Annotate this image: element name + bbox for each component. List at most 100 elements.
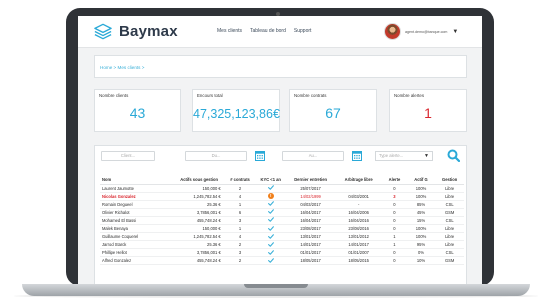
cell-contrats: 2 [224,256,256,266]
cell-nom[interactable]: Alfred Gonzalez [100,256,174,266]
table-row[interactable]: Mohamed El Bassi 455,748.24 €3 16/04/2017 1… [100,216,464,225]
cell-alerte: 3 [382,192,407,201]
cell-gestion: Libre [435,240,464,250]
cell-kyc [255,248,287,258]
cell-arbitrage: 16/04/2006 [335,208,383,217]
cell-gestion: CSL [435,248,464,258]
stat-card-nombre-alertes: Nombre alertes 1 [389,89,467,132]
check-icon [267,250,274,255]
cell-dernier-entretien: 13/01/2017 [286,232,336,242]
cell-alerte: 0 [382,216,407,225]
table-row[interactable]: Olivier Richalot 3,7856,001 €6 16/04/2017 1… [100,208,464,217]
col-header-actifs[interactable]: Actifs sous gestion [173,175,225,185]
logo-text: Baymax [119,23,178,40]
table-row[interactable]: Malek Benaya 150,000 €1 23/08/2017 23/08/20… [100,224,464,234]
cell-alerte: 0 [382,256,407,266]
cell-contrats: 3 [224,248,256,258]
chevron-down-icon: ▼ [424,153,429,159]
cell-kyc [255,184,287,193]
cell-kyc [255,208,287,217]
cell-nom[interactable]: Romain Degueel [100,200,174,209]
cell-nom[interactable]: Guillaume Coquerel [100,232,174,242]
cell-actif-g: 15% [406,216,436,225]
cell-arbitrage: 01/01/2007 [335,248,383,258]
table-row[interactable]: Guillaume Coquerel 1,245,782.54 €4 13/01/2… [100,232,464,242]
cell-gestion: GSM [435,208,464,217]
check-icon [267,225,274,231]
nav-item-tableau-de-bord[interactable]: Tableau de bord [250,28,286,34]
search-icon[interactable] [447,149,460,162]
cell-nom[interactable]: Mohamed El Bassi [100,216,174,225]
stat-label: Nombre clients [99,93,129,98]
table-row[interactable]: Romain Degueel 25.36 €1 04/03/2017-0 85% CSL [100,200,464,209]
logo[interactable]: Baymax [94,23,178,40]
cell-contrats: 1 [224,200,256,209]
col-header-gestion[interactable]: Gestion [435,175,464,185]
chevron-down-icon[interactable]: ▼ [452,29,458,35]
cell-alerte: 0 [382,208,407,217]
cell-arbitrage: 16/04/2016 [335,216,383,225]
stat-value: 43 [129,105,146,121]
cell-actifs: 455,748.24 € [173,216,225,225]
cell-dernier-entretien: 14/01/2017 [286,240,336,250]
stat-card-encours-total: Encours total 47,325,123,86€ [192,89,280,132]
date-from-input[interactable]: Du... [185,151,247,161]
col-header-alerte[interactable]: Alerte [382,175,407,185]
table-row[interactable]: Alfred Gonzalez 455,748.24 €2 18/05/2017 18… [100,256,464,266]
layers-logo-icon [94,23,112,40]
cell-nom[interactable]: Nicolas Gonzalez [100,192,174,201]
col-header-kyc[interactable]: KYC <1 an [255,175,287,185]
cell-contrats: 3 [224,216,256,225]
cell-actif-g: 0% [406,248,436,258]
table-row[interactable]: Nicolas Gonzalez 1,245,782.54 €4! 14/02/19… [100,192,464,201]
cell-contrats: 4 [224,192,256,201]
col-header-contrats[interactable]: # contrats [224,175,256,185]
col-header-arbitrage-libre[interactable]: Arbitrage libre [335,175,383,185]
cell-actifs: 3,7856,001 € [173,208,225,217]
user-menu[interactable]: agent.demo@banque.com ▼ [384,23,458,40]
cell-arbitrage: 04/03/2001 [335,192,383,201]
nav-item-support[interactable]: Support [294,28,312,34]
table-row[interactable]: Laurent Jaumotte 150,000 €2 25/07/2017 0 100… [100,184,464,193]
cell-nom[interactable]: Laurent Jaumotte [100,184,174,193]
alert-type-select[interactable]: Type alerte... ▼ [375,151,433,161]
user-email: agent.demo@banque.com [405,29,448,34]
check-icon [267,241,274,247]
cell-contrats: 4 [224,232,256,242]
cell-dernier-entretien: 16/04/2017 [286,216,336,225]
cell-alerte: 0 [382,200,407,209]
cell-nom[interactable]: Phillipe Hellot [100,248,174,258]
cell-alerte: 1 [382,240,407,250]
table-row[interactable]: Jarrod Starck 25.36 €2 14/01/2017 14/01/201… [100,240,464,250]
avatar[interactable] [384,23,401,40]
cell-gestion: Libre [435,184,464,193]
nav-item-mes-clients[interactable]: Mes clients [217,28,242,34]
cell-dernier-entretien: 16/04/2017 [286,208,336,217]
cell-contrats: 2 [224,184,256,193]
col-header-actif-g[interactable]: Actif G [406,175,436,185]
col-header-nom[interactable]: Nom [100,175,174,185]
breadcrumb[interactable]: Home > Mes clients > [94,55,467,78]
cell-nom[interactable]: Olivier Richalot [100,208,174,217]
cell-actifs: 1,245,782.54 € [173,232,225,242]
calendar-icon[interactable] [352,150,362,161]
cell-actif-g: 95% [406,240,436,250]
date-to-input[interactable]: Au... [282,151,344,161]
cell-nom[interactable]: Jarrod Starck [100,240,174,250]
cell-nom[interactable]: Malek Benaya [100,224,174,234]
cell-gestion: Libre [435,232,464,242]
laptop-mockup: Baymax Mes clients Tableau de bord Suppo… [0,0,552,299]
table-header-row: Nom Actifs sous gestion # contrats KYC <… [100,175,464,185]
cell-arbitrage: 14/01/2017 [335,240,383,250]
cell-actifs: 150,000 € [173,224,225,234]
client-filter-input[interactable]: Client... [101,151,155,161]
cell-kyc [255,216,287,225]
cell-actif-g: 100% [406,192,436,201]
cell-actifs: 1,245,782.54 € [173,192,225,201]
cell-dernier-entretien: 14/02/1999 [286,192,336,201]
col-header-dernier-entretien[interactable]: Dernier entretien [286,175,336,185]
cell-kyc [255,232,287,242]
table-row[interactable]: Phillipe Hellot 3,7856,001 €3 01/01/2017 01… [100,248,464,258]
stat-label: Nombre alertes [394,93,425,98]
calendar-icon[interactable] [255,150,265,161]
